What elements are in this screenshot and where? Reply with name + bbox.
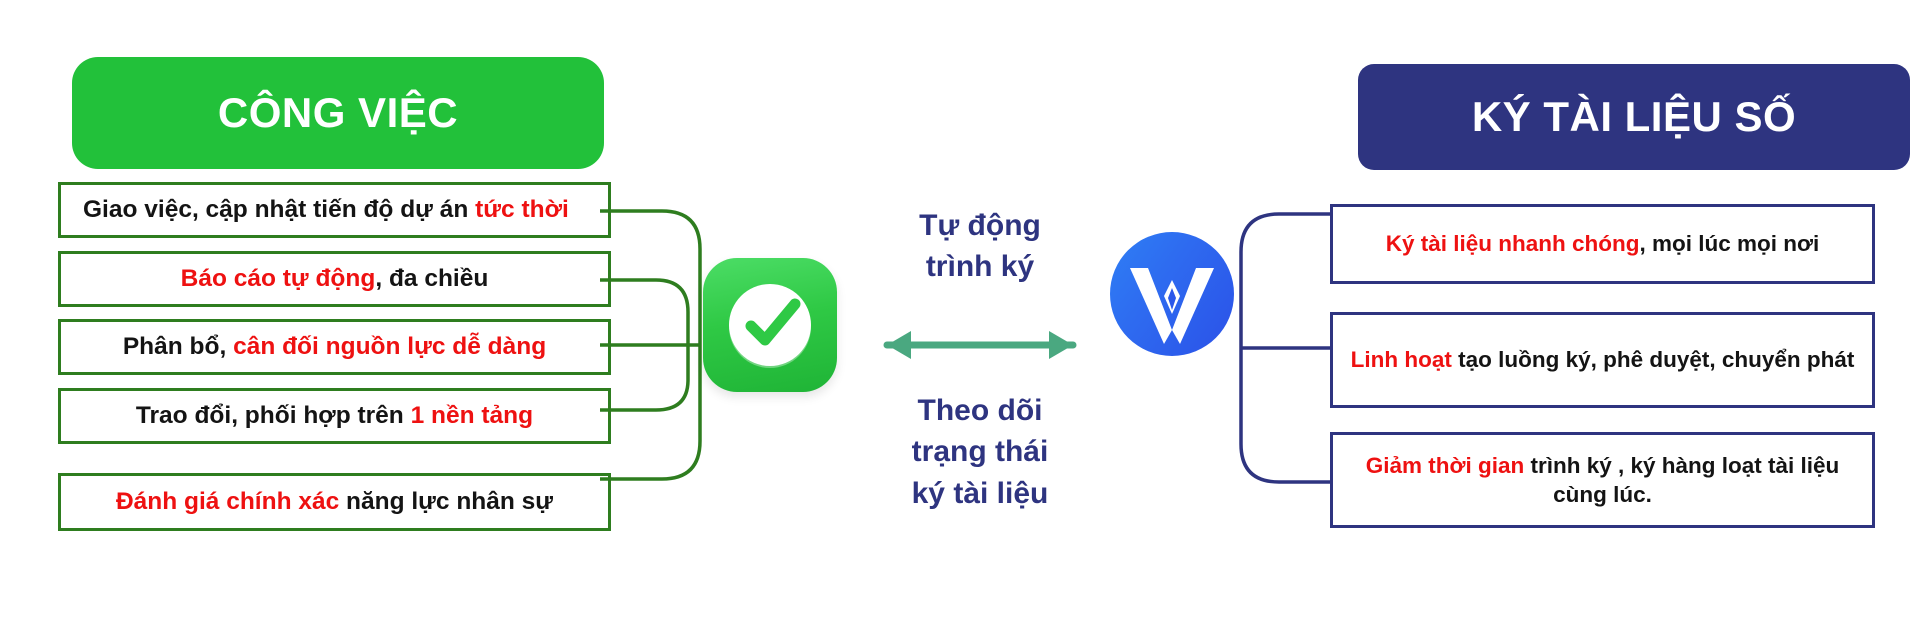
right-connector-bracket [1239,212,1333,484]
sign-item-text: Ký tài liệu nhanh chóng, mọi lúc mọi nơi [1386,229,1820,258]
center-label-auto-sign: Tự động trình ký [919,209,1041,284]
text-plain-after: , mọi lúc mọi nơi [1639,231,1820,257]
text-highlight: cân đối nguồn lực dễ dàng [233,332,547,360]
work-item-text: Đánh giá chính xác năng lực nhân sự [116,487,553,518]
text-plain-before: Giao việc, cập nhật tiến độ dự án [83,195,476,223]
left-connector-bracket [600,209,702,481]
work-item-text: Báo cáo tự động, đa chiều [181,264,489,295]
work-item-box: Giao việc, cập nhật tiến độ dự án tức th… [58,182,611,238]
work-item-box: Báo cáo tự động, đa chiều [58,251,611,307]
work-item-box: Trao đổi, phối hợp trên 1 nền tảng [58,388,611,444]
work-item-box: Đánh giá chính xác năng lực nhân sự [58,473,611,531]
sign-item-box: Ký tài liệu nhanh chóng, mọi lúc mọi nơi [1330,204,1875,284]
text-plain-after: trình ký , ký hàng loạt tài liệu cùng lú… [1524,452,1840,507]
bidirectional-arrow-icon [883,331,1077,359]
text-plain-after: năng lực nhân sự [339,487,554,515]
sign-item-box: Giảm thời gian trình ký , ký hàng loạt t… [1330,432,1875,528]
text-plain-before: Trao đổi, phối hợp trên [135,401,411,429]
work-item-box: Phân bổ, cân đối nguồn lực dễ dàng [58,319,611,375]
sign-item-text: Linh hoạt tạo luồng ký, phê duyệt, chuyể… [1351,345,1855,374]
sign-item-text: Giảm thời gian trình ký , ký hàng loạt t… [1349,451,1856,510]
text-highlight: Giảm thời gian [1365,452,1525,478]
wesign-logo-icon [1110,232,1234,356]
task-checkmark-icon [703,258,837,392]
sign-item-box: Linh hoạt tạo luồng ký, phê duyệt, chuyể… [1330,312,1875,408]
text-plain-before: Phân bổ, [122,332,234,360]
text-highlight: Đánh giá chính xác [115,487,340,515]
text-highlight: tức thời [475,195,569,223]
text-highlight: 1 nền tảng [410,401,534,429]
text-highlight: Báo cáo tự động [180,264,376,292]
center-label-track-status: Theo dõi trạng thái ký tài liệu [911,394,1049,510]
work-item-text: Trao đổi, phối hợp trên 1 nền tảng [136,401,533,432]
text-highlight: Linh hoạt [1350,347,1452,373]
text-highlight: Ký tài liệu nhanh chóng [1385,231,1640,257]
text-plain-after: tạo luồng ký, phê duyệt, chuyển phát [1451,347,1855,373]
sign-panel-header: KÝ TÀI LIỆU SỐ [1358,64,1910,170]
work-panel-header: CÔNG VIỆC [72,57,604,169]
text-plain-after: , đa chiều [375,264,489,292]
work-item-text: Phân bổ, cân đối nguồn lực dễ dàng [123,332,546,363]
work-item-text: Giao việc, cập nhật tiến độ dự án tức th… [83,195,569,226]
